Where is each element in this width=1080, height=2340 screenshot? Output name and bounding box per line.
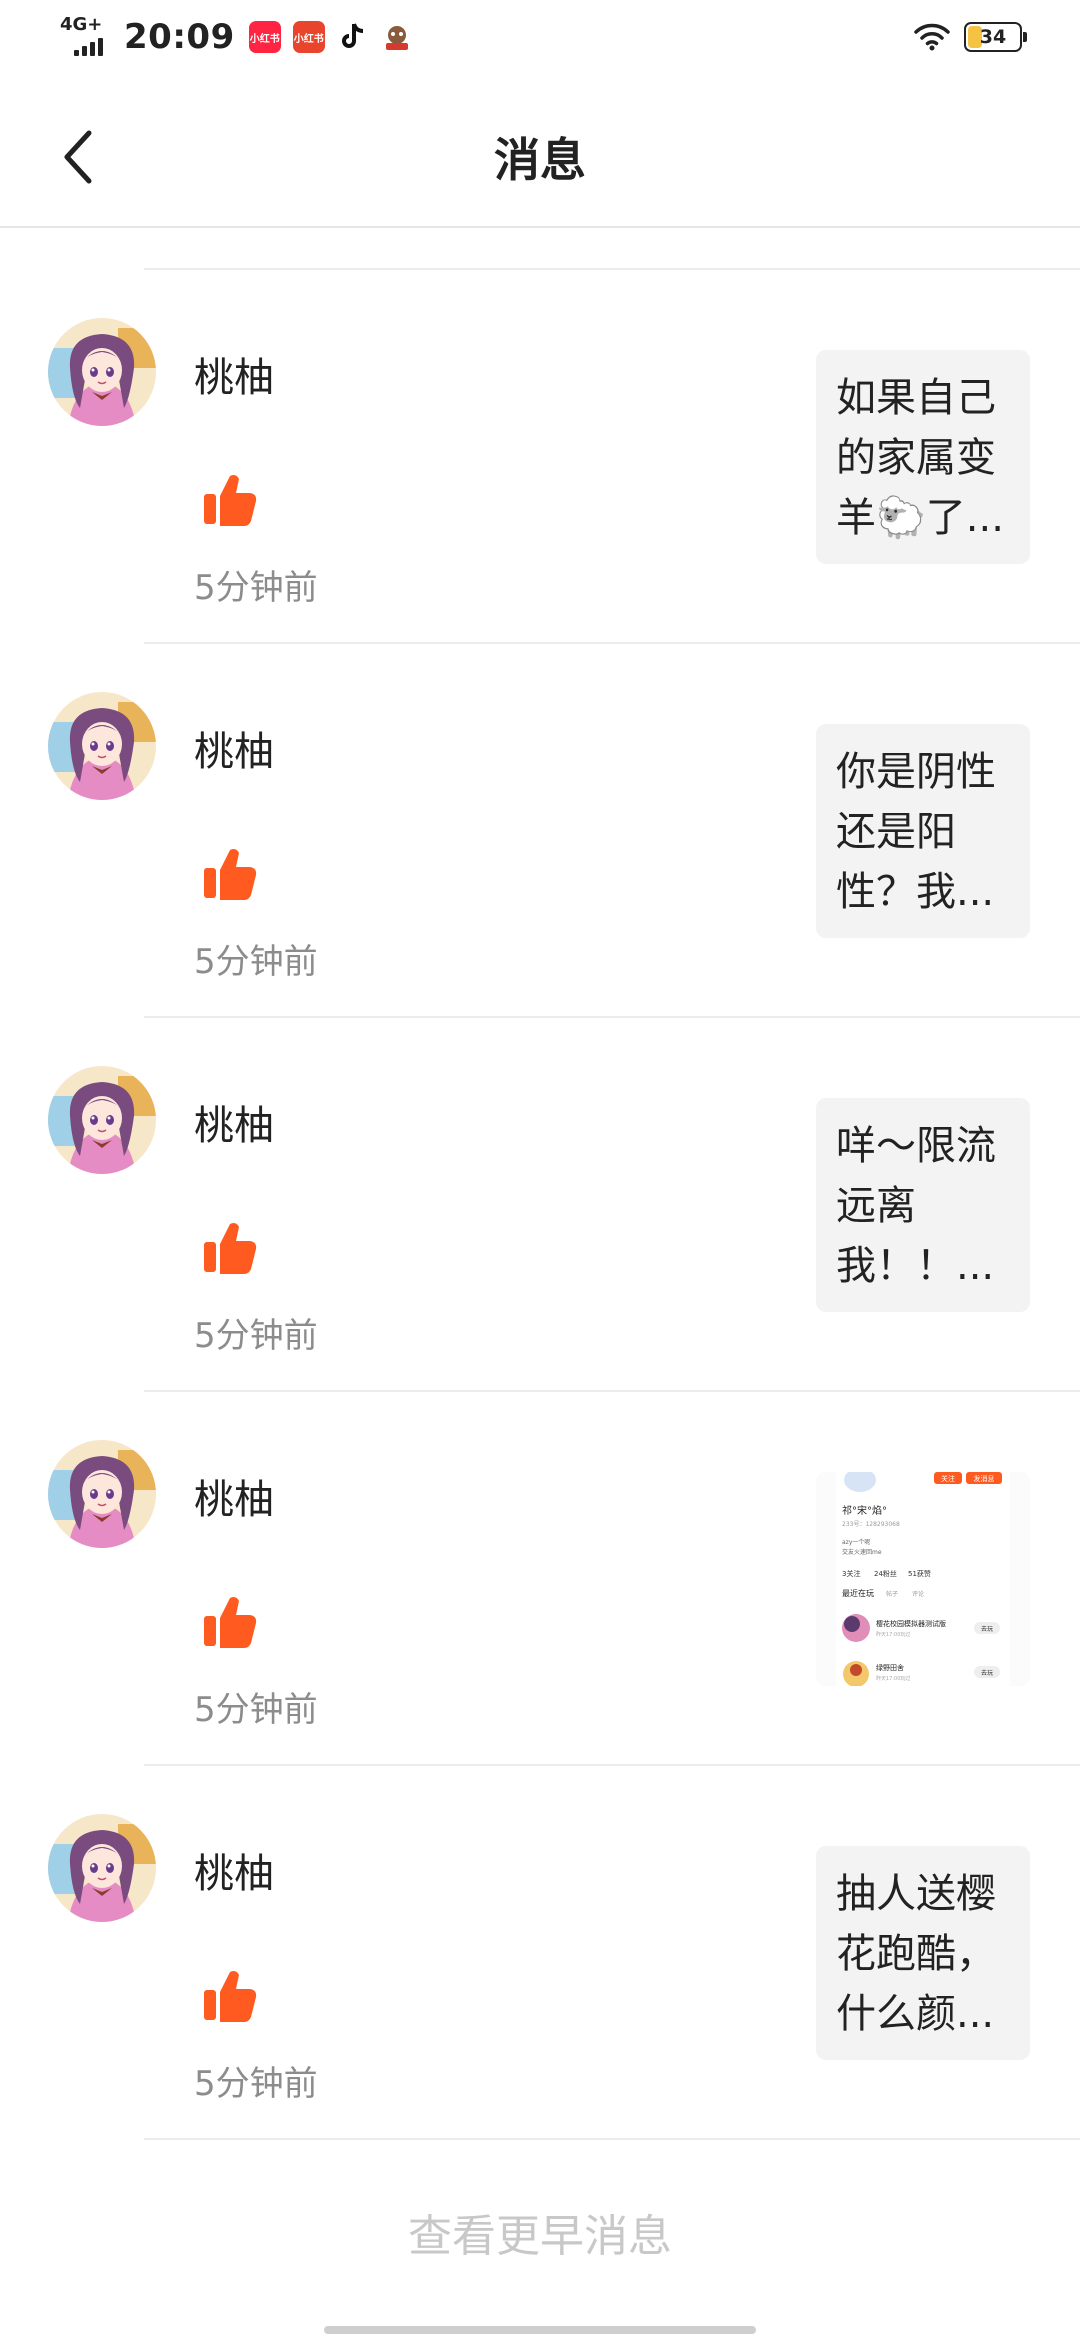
username[interactable]: 桃柚 xyxy=(194,1093,274,1151)
game-app-icon xyxy=(380,21,413,53)
thumb-play-2: 去玩 xyxy=(981,1669,993,1677)
thumb-tab-2: 帖子 xyxy=(886,1590,898,1598)
thumbs-up-icon xyxy=(200,1966,260,2024)
username[interactable]: 桃柚 xyxy=(194,719,274,777)
status-right: 34 xyxy=(914,22,1027,52)
thumb-play-1: 去玩 xyxy=(981,1625,993,1633)
xiaohongshu-app-icon: 小红书 xyxy=(248,21,281,53)
thumbs-up-icon xyxy=(200,470,260,528)
wifi-icon xyxy=(914,23,950,51)
message-item[interactable]: 桃柚 5分钟前 咩～限流远离我！！... xyxy=(0,1018,1080,1390)
post-thumbnail-graphic: 关注 发消息祁°宋°焰° 233号：128293068 azy一个呢交友火速回me 3关… xyxy=(816,1472,1030,1686)
post-preview[interactable]: 抽人送樱花跑酷，什么颜... xyxy=(816,1846,1030,2060)
thumb-stat-2: 24粉丝 xyxy=(874,1569,897,1578)
notification-app-icons: 小红书 小红书 xyxy=(248,21,413,53)
username[interactable]: 桃柚 xyxy=(194,345,274,403)
page-title: 消息 xyxy=(494,133,586,187)
thumb-stat-1: 3关注 xyxy=(842,1569,860,1578)
username[interactable]: 桃柚 xyxy=(194,1467,274,1525)
message-time: 5分钟前 xyxy=(194,568,318,608)
message-list: 桃柚 5分钟前 如果自己的家属变羊🐑了... 桃柚 5分钟前 你是阴性还是阳性？我... 桃… xyxy=(0,268,1080,2140)
thumbs-up-icon xyxy=(200,1592,260,1650)
thumb-game-1-title: 樱花校园模拟器测试版 xyxy=(876,1619,946,1628)
thumb-section-title: 最近在玩 xyxy=(842,1588,874,1598)
thumb-nickname: 祁°宋°焰° xyxy=(842,1504,887,1517)
battery-percent: 34 xyxy=(979,26,1007,48)
thumbs-up-icon xyxy=(200,1218,260,1276)
post-preview-thumbnail[interactable]: 关注 发消息祁°宋°焰° 233号：128293068 azy一个呢交友火速回me 3关… xyxy=(816,1472,1030,1686)
avatar[interactable] xyxy=(48,1814,156,1922)
post-preview[interactable]: 如果自己的家属变羊🐑了... xyxy=(816,350,1030,564)
status-time: 20:09 xyxy=(124,17,235,57)
thumb-game-1-sub: 昨天17:00玩过 xyxy=(876,1631,910,1638)
message-item[interactable]: 桃柚 5分钟前 如果自己的家属变羊🐑了... xyxy=(0,270,1080,642)
status-bar: 4G+ 20:09 小红书 小红书 34 xyxy=(0,0,1080,84)
thumb-message-label: 发消息 xyxy=(974,1474,995,1483)
thumb-follow-label: 关注 xyxy=(941,1474,955,1483)
message-time: 5分钟前 xyxy=(194,942,318,982)
post-preview[interactable]: 咩～限流远离我！！... xyxy=(816,1098,1030,1312)
message-time: 5分钟前 xyxy=(194,1316,318,1356)
battery-icon: 34 xyxy=(964,22,1027,52)
avatar[interactable] xyxy=(48,318,156,426)
thumbs-up-icon xyxy=(200,844,260,902)
header: 消息 xyxy=(0,84,1080,228)
avatar[interactable] xyxy=(48,1440,156,1548)
thumb-game-2-sub: 昨天17:00玩过 xyxy=(876,1675,910,1682)
network-type: 4G+ xyxy=(60,14,103,35)
cellular-signal-icon: 4G+ xyxy=(60,14,110,60)
thumb-id: 233号：128293068 xyxy=(842,1521,900,1528)
message-item[interactable]: 桃柚 5分钟前 关注 发消息祁°宋°焰° 233号：128293068 azy一个呢交友火… xyxy=(0,1392,1080,1764)
post-preview-text: 你是阴性还是阳性？我... xyxy=(836,749,996,915)
thumb-bio-2: 交友火速回me xyxy=(842,1548,882,1556)
home-indicator[interactable] xyxy=(324,2326,756,2334)
list-divider xyxy=(144,2138,1080,2140)
message-time: 5分钟前 xyxy=(194,1690,318,1730)
load-more-button[interactable]: 查看更早消息 xyxy=(0,2200,1080,2264)
post-preview-text: 如果自己的家属变羊🐑了... xyxy=(836,375,1004,541)
post-preview-text: 抽人送樱花跑酷，什么颜... xyxy=(836,1871,996,2037)
message-item[interactable]: 桃柚 5分钟前 抽人送樱花跑酷，什么颜... xyxy=(0,1766,1080,2138)
post-preview-text: 咩～限流远离我！！... xyxy=(836,1123,996,1289)
tiktok-app-icon xyxy=(337,21,369,53)
thumb-stat-3: 51获赞 xyxy=(908,1569,931,1578)
message-item[interactable]: 桃柚 5分钟前 你是阴性还是阳性？我... xyxy=(0,644,1080,1016)
avatar[interactable] xyxy=(48,1066,156,1174)
message-time: 5分钟前 xyxy=(194,2064,318,2104)
status-left: 4G+ 20:09 小红书 小红书 xyxy=(60,14,413,60)
xiaohongshu-alt-app-icon: 小红书 xyxy=(292,21,325,53)
avatar[interactable] xyxy=(48,692,156,800)
thumb-game-2-title: 绿野田舍 xyxy=(876,1663,904,1672)
username[interactable]: 桃柚 xyxy=(194,1841,274,1899)
post-preview[interactable]: 你是阴性还是阳性？我... xyxy=(816,724,1030,938)
thumb-bio-1: azy一个呢 xyxy=(842,1539,870,1546)
thumb-tab-3: 评论 xyxy=(912,1590,924,1598)
